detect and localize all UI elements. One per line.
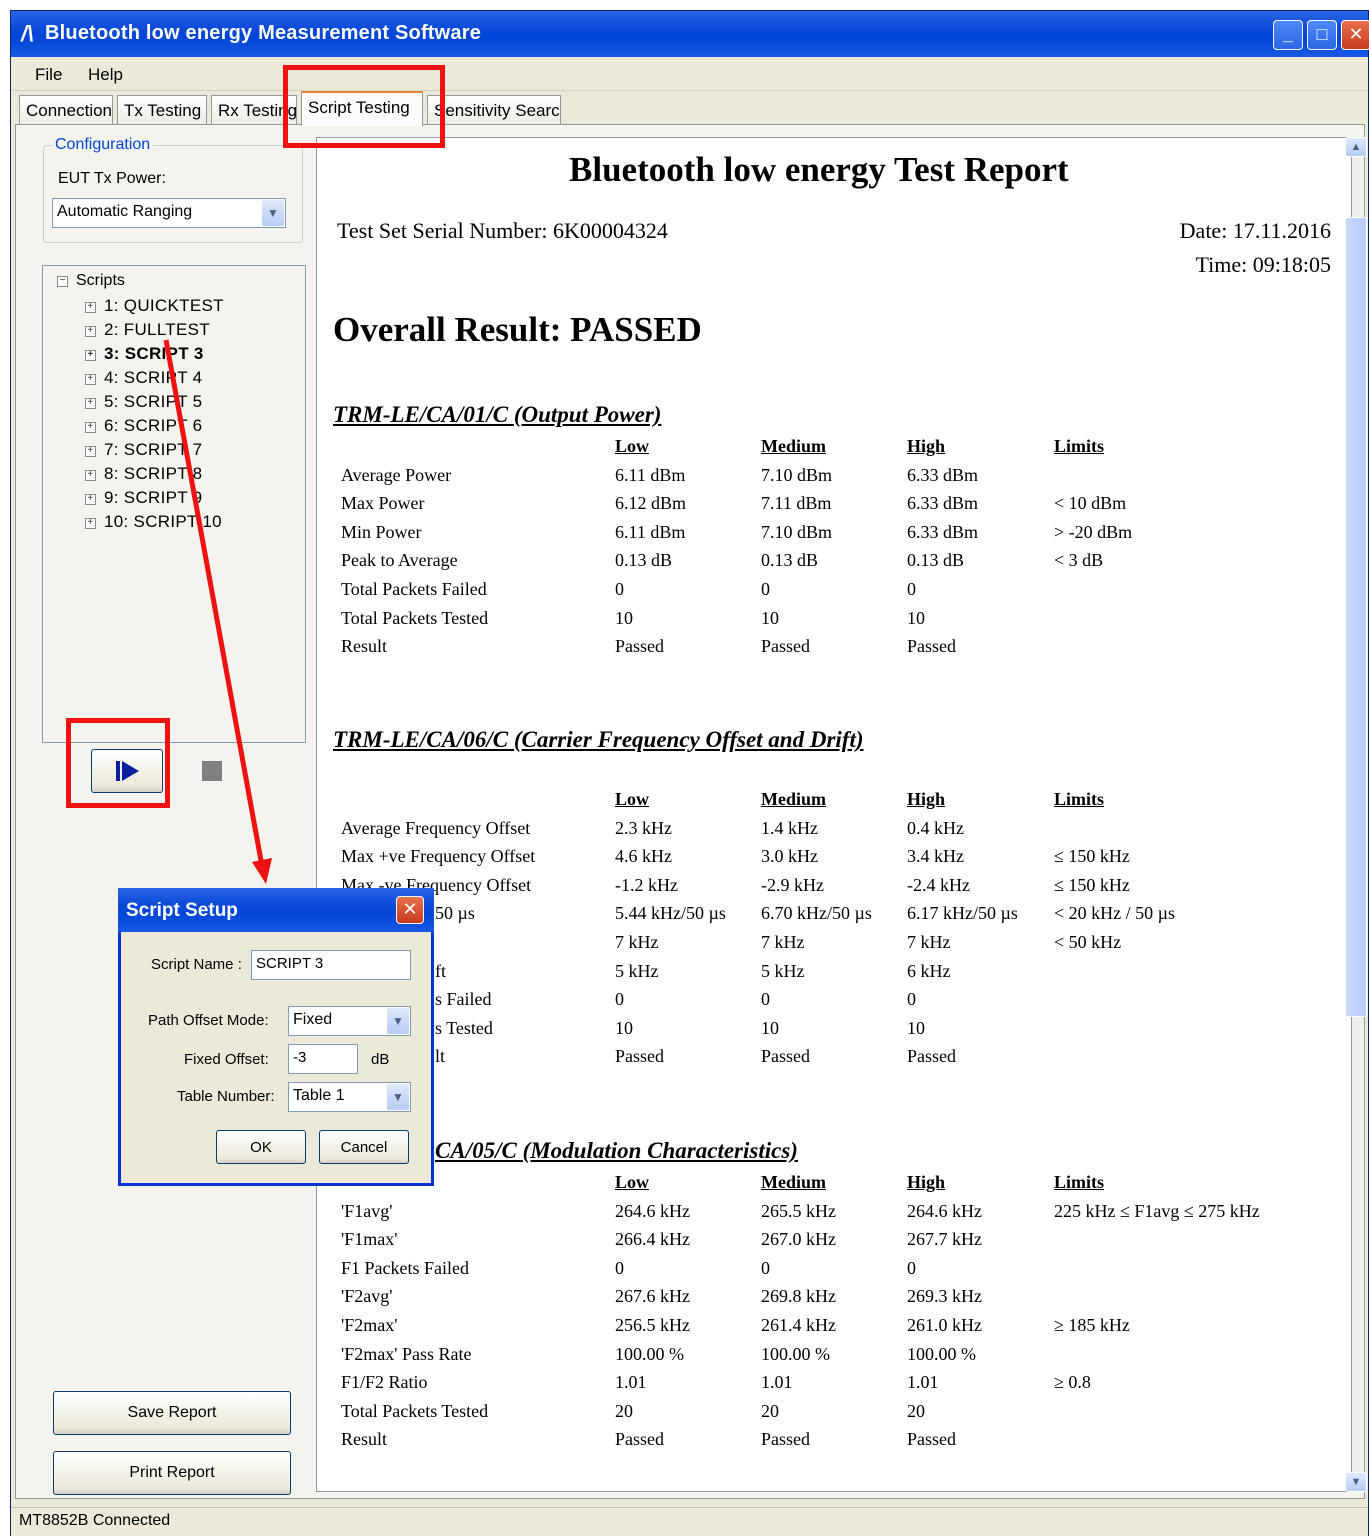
annotation-arrow [163, 339, 272, 884]
